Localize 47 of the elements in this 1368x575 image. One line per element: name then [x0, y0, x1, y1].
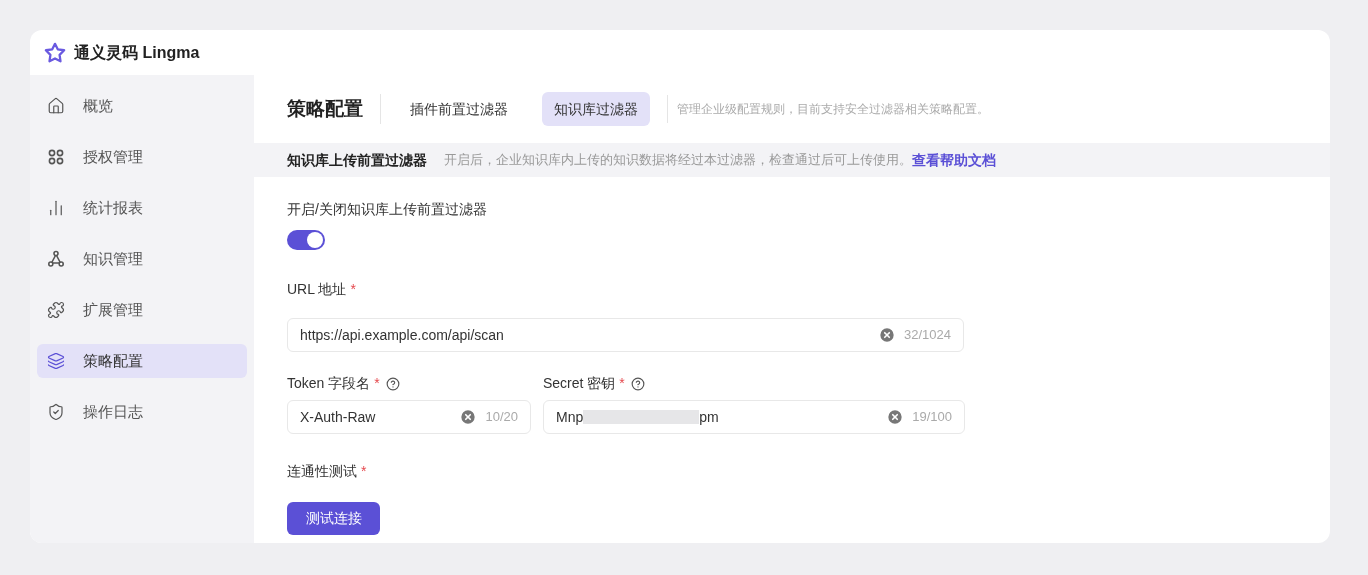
- secret-value-end: pm: [699, 407, 719, 427]
- field-label: Token 字段名: [287, 374, 371, 393]
- section-title: 知识库上传前置过滤器: [287, 150, 427, 170]
- toggle-label: 开启/关闭知识库上传前置过滤器: [287, 200, 488, 219]
- url-input[interactable]: https://api.example.com/api/scan 32/1024: [287, 318, 964, 352]
- clear-icon[interactable]: [886, 408, 905, 426]
- four-circles-icon: [47, 148, 65, 166]
- help-icon[interactable]: [630, 376, 645, 391]
- token-input[interactable]: X-Auth-Raw 10/20: [287, 400, 531, 434]
- help-icon[interactable]: [385, 376, 400, 391]
- secret-value-start: Mnp: [556, 407, 584, 427]
- secret-input[interactable]: Mnp pm 19/100: [543, 400, 965, 434]
- sidebar-item[interactable]: 扩展管理: [37, 293, 247, 327]
- sidebar-item[interactable]: 操作日志: [37, 395, 247, 429]
- page-title: 策略配置: [287, 94, 381, 124]
- sidebar-item[interactable]: 概览: [37, 89, 247, 123]
- clear-icon[interactable]: [878, 326, 896, 344]
- character-count: 32/1024: [904, 326, 951, 345]
- required-asterisk: *: [374, 374, 380, 393]
- app-name: 通义灵码 Lingma: [74, 42, 200, 63]
- field-label: URL 地址: [287, 280, 347, 299]
- required-asterisk: *: [350, 280, 356, 299]
- bar-chart-icon: [47, 199, 65, 217]
- toggle-switch[interactable]: [287, 230, 325, 250]
- home-icon: [47, 97, 65, 115]
- field-label: 连通性测试: [287, 462, 357, 481]
- field-label: Secret 密钥: [543, 374, 616, 393]
- puzzle-icon: [47, 301, 65, 319]
- connected-nodes-icon: [47, 250, 65, 268]
- sidebar-item[interactable]: 授权管理: [37, 140, 247, 174]
- shield-check-icon: [47, 403, 65, 421]
- section-description: 开启后，企业知识库内上传的知识数据将经过本过滤器，检查通过后可上传使用。: [444, 151, 912, 170]
- layers-icon: [47, 352, 65, 370]
- test-connection-button[interactable]: 测试连接: [287, 502, 380, 535]
- clear-icon[interactable]: [459, 408, 478, 426]
- required-asterisk: *: [361, 462, 367, 481]
- page-description: 管理企业级配置规则，目前支持安全过滤器相关策略配置。: [667, 95, 989, 123]
- sidebar-item[interactable]: 统计报表: [37, 191, 247, 225]
- help-link[interactable]: 查看帮助文档: [912, 149, 996, 171]
- character-count: 19/100: [912, 408, 952, 427]
- tab[interactable]: 插件前置过滤器: [398, 92, 520, 126]
- character-count: 10/20: [485, 408, 518, 427]
- star-logo-icon: [44, 41, 66, 64]
- required-asterisk: *: [619, 374, 625, 393]
- tab[interactable]: 知识库过滤器: [542, 92, 650, 126]
- sidebar-item[interactable]: 策略配置: [37, 344, 247, 378]
- sidebar-item[interactable]: 知识管理: [37, 242, 247, 276]
